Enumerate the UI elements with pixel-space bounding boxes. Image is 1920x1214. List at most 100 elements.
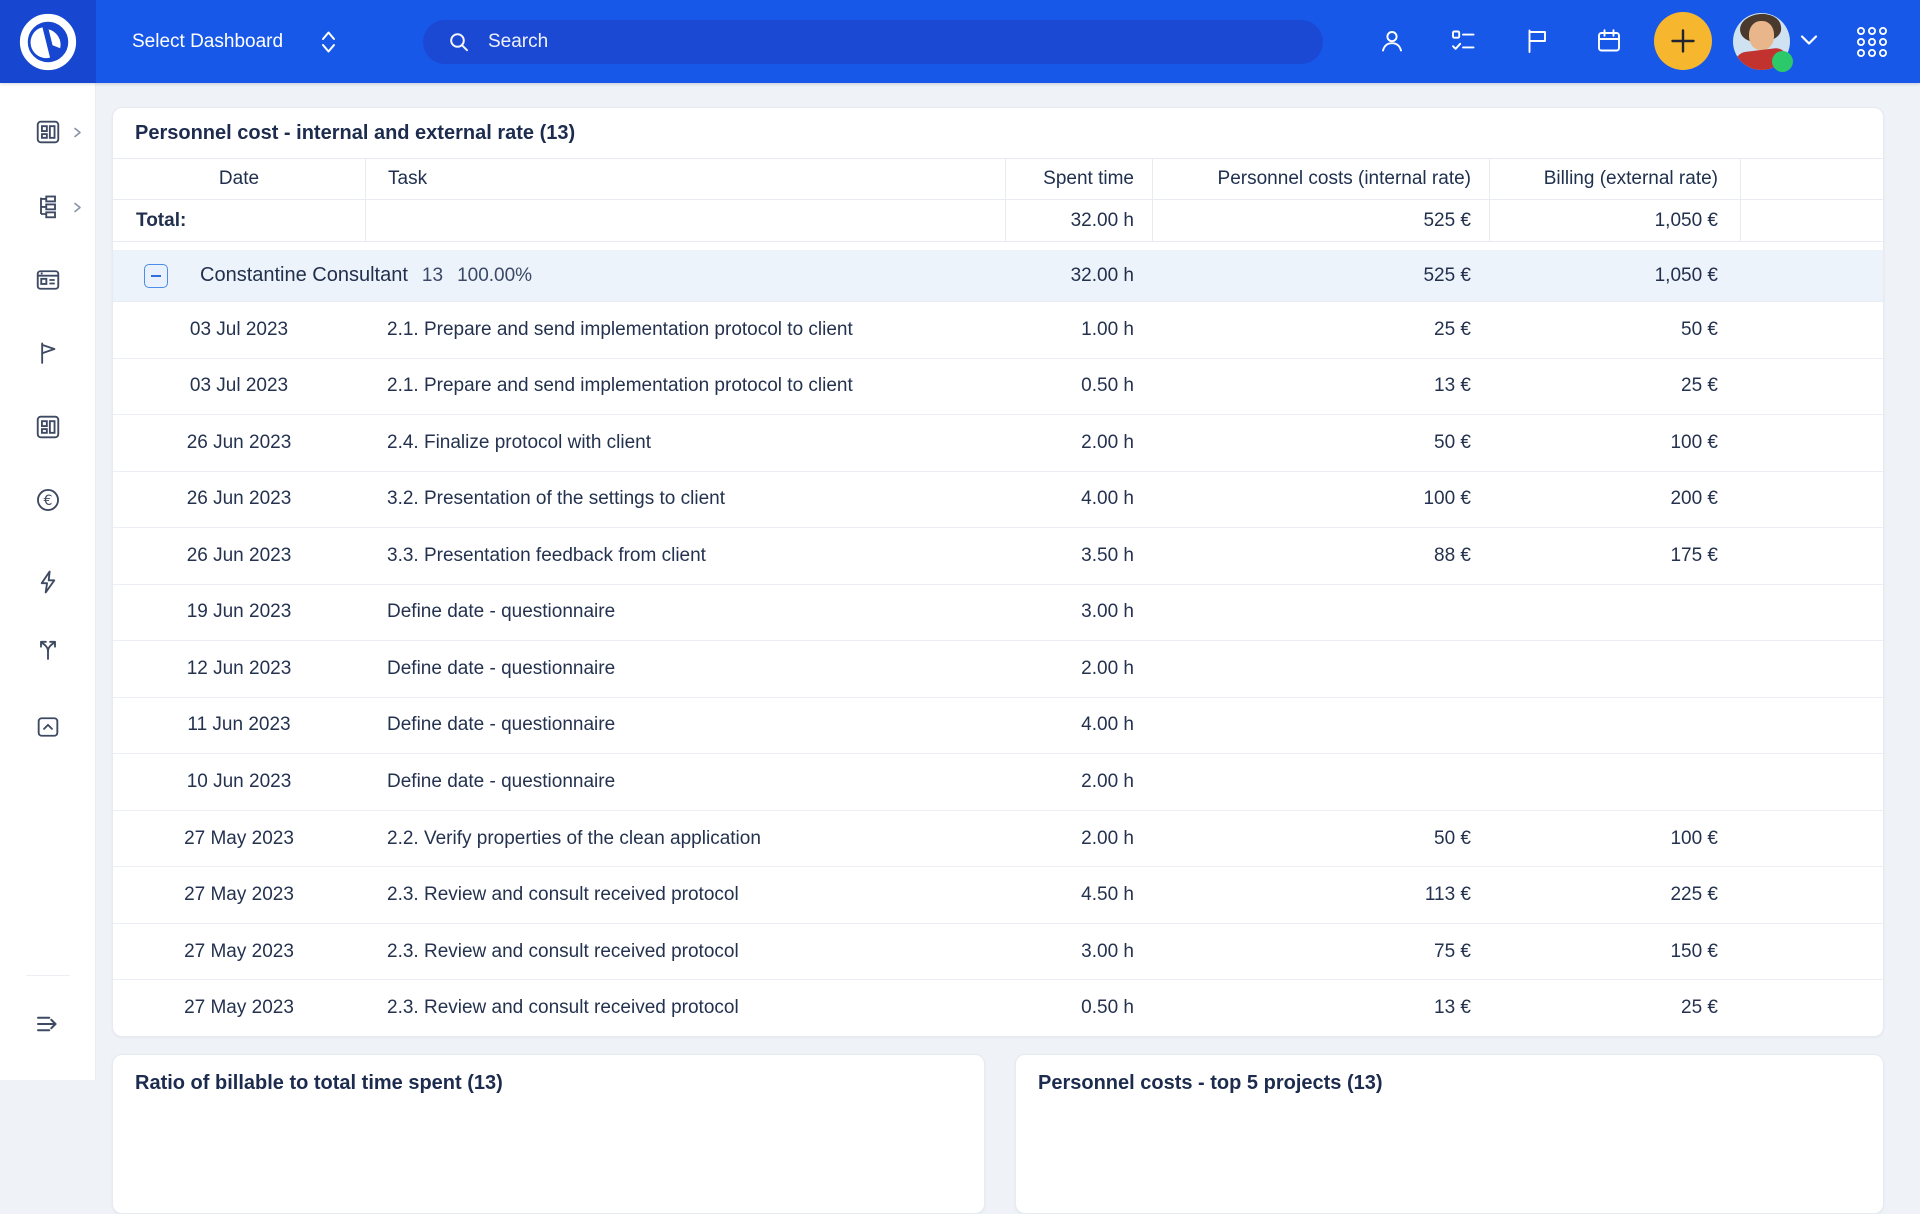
table-row: 19 Jun 2023 Define date - questionnaire … xyxy=(113,584,1883,641)
cell-billing xyxy=(1489,698,1740,754)
sidebar: € xyxy=(0,83,96,1080)
sidebar-item-milestones[interactable] xyxy=(0,339,96,367)
cell-date: 27 May 2023 xyxy=(113,867,365,923)
table-row: 27 May 2023 2.3. Review and consult rece… xyxy=(113,866,1883,923)
cell-spent-time: 4.50 h xyxy=(1005,867,1152,923)
search-icon xyxy=(447,30,471,54)
cell-date: 26 Jun 2023 xyxy=(113,472,365,528)
total-label: Total: xyxy=(113,200,365,241)
dashboard-switcher-icon xyxy=(321,28,336,56)
sidebar-item-quick-actions[interactable] xyxy=(0,568,96,596)
dashboards-icon xyxy=(34,118,62,146)
cell-billing: 100 € xyxy=(1489,415,1740,471)
sidebar-item-finance[interactable]: € xyxy=(0,486,96,514)
panel-card-icon xyxy=(34,266,62,294)
cell-spent-time: 4.00 h xyxy=(1005,472,1152,528)
chevron-down-icon[interactable] xyxy=(1799,33,1819,47)
group-user-name: Constantine Consultant xyxy=(200,264,408,287)
box-chevron-up-icon xyxy=(34,713,62,741)
cell-task: 3.3. Presentation feedback from client xyxy=(365,528,1005,584)
group-row: Constantine Consultant 13 100.00% 32.00 … xyxy=(113,250,1883,302)
ratio-billable-card: Ratio of billable to total time spent (1… xyxy=(112,1054,985,1214)
group-personnel-costs: 525 € xyxy=(1152,250,1489,301)
table-row: 11 Jun 2023 Define date - questionnaire … xyxy=(113,697,1883,754)
search-bar[interactable] xyxy=(423,20,1323,64)
table-row: 12 Jun 2023 Define date - questionnaire … xyxy=(113,640,1883,697)
table-row: 03 Jul 2023 2.1. Prepare and send implem… xyxy=(113,302,1883,358)
modules-icon xyxy=(34,413,62,441)
sidebar-item-collapse-box[interactable] xyxy=(0,713,96,741)
personnel-cost-card: Personnel cost - internal and external r… xyxy=(112,107,1884,1037)
table-row: 03 Jul 2023 2.1. Prepare and send implem… xyxy=(113,358,1883,415)
workflow-split-icon xyxy=(34,635,62,663)
group-spent-time: 32.00 h xyxy=(1005,250,1152,301)
dashboard-selector-label: Select Dashboard xyxy=(132,31,283,53)
cell-spent-time: 0.50 h xyxy=(1005,359,1152,415)
milestone-flag-icon xyxy=(34,339,62,367)
table-row: 26 Jun 2023 3.3. Presentation feedback f… xyxy=(113,527,1883,584)
card-title: Personnel costs - top 5 projects (13) xyxy=(1016,1055,1883,1095)
app-logo[interactable] xyxy=(0,0,96,83)
column-header-date: Date xyxy=(113,159,365,199)
group-billing: 1,050 € xyxy=(1489,250,1740,301)
cell-date: 27 May 2023 xyxy=(113,980,365,1036)
cell-spent-time: 2.00 h xyxy=(1005,641,1152,697)
total-billing: 1,050 € xyxy=(1489,200,1740,241)
sidebar-expand-chevron[interactable] xyxy=(72,202,83,213)
cell-task: 2.1. Prepare and send implementation pro… xyxy=(365,359,1005,415)
column-header-billing: Billing (external rate) xyxy=(1489,159,1740,199)
cell-personnel-costs: 50 € xyxy=(1152,811,1489,867)
column-header-spent-time: Spent time xyxy=(1005,159,1152,199)
table-row: 26 Jun 2023 2.4. Finalize protocol with … xyxy=(113,414,1883,471)
cell-personnel-costs xyxy=(1152,585,1489,641)
easy-project-logo-icon xyxy=(19,13,77,71)
cell-task: 2.1. Prepare and send implementation pro… xyxy=(365,302,1005,358)
total-spent-time: 32.00 h xyxy=(1005,200,1152,241)
cell-spent-time: 2.00 h xyxy=(1005,811,1152,867)
cell-spent-time: 0.50 h xyxy=(1005,980,1152,1036)
card-title: Personnel cost - internal and external r… xyxy=(113,108,1883,158)
collapse-group-button[interactable] xyxy=(144,264,168,288)
sidebar-item-panels[interactable] xyxy=(0,266,96,294)
cell-task: 2.3. Review and consult received protoco… xyxy=(365,980,1005,1036)
total-personnel-costs: 525 € xyxy=(1152,200,1489,241)
cell-personnel-costs: 75 € xyxy=(1152,924,1489,980)
sidebar-collapse-button[interactable] xyxy=(0,1009,96,1037)
cell-date: 19 Jun 2023 xyxy=(113,585,365,641)
user-icon[interactable] xyxy=(1378,27,1406,55)
personnel-top-projects-card: Personnel costs - top 5 projects (13) xyxy=(1015,1054,1884,1214)
cell-billing xyxy=(1489,585,1740,641)
column-header-empty xyxy=(1740,159,1883,199)
calendar-icon[interactable] xyxy=(1595,27,1623,55)
cell-date: 03 Jul 2023 xyxy=(113,359,365,415)
sidebar-item-workflow[interactable] xyxy=(0,635,96,663)
cell-billing: 25 € xyxy=(1489,980,1740,1036)
cell-spent-time: 3.00 h xyxy=(1005,585,1152,641)
cell-task: 3.2. Presentation of the settings to cli… xyxy=(365,472,1005,528)
project-tree-icon xyxy=(34,193,62,221)
cell-task: Define date - questionnaire xyxy=(365,698,1005,754)
flag-icon[interactable] xyxy=(1523,27,1551,55)
cell-date: 10 Jun 2023 xyxy=(113,754,365,810)
tasks-checklist-icon[interactable] xyxy=(1449,27,1477,55)
sidebar-expand-chevron[interactable] xyxy=(72,127,83,138)
cell-personnel-costs xyxy=(1152,641,1489,697)
cell-date: 11 Jun 2023 xyxy=(113,698,365,754)
cell-personnel-costs: 50 € xyxy=(1152,415,1489,471)
lightning-icon xyxy=(34,568,62,596)
cell-personnel-costs: 100 € xyxy=(1152,472,1489,528)
cell-billing: 200 € xyxy=(1489,472,1740,528)
add-plus-button[interactable] xyxy=(1654,12,1712,70)
cell-date: 27 May 2023 xyxy=(113,924,365,980)
online-status-dot xyxy=(1772,51,1793,72)
group-percent: 100.00% xyxy=(457,265,532,287)
search-input[interactable] xyxy=(486,30,1230,54)
sidebar-item-modules[interactable] xyxy=(0,413,96,441)
cell-task: Define date - questionnaire xyxy=(365,585,1005,641)
dashboard-selector[interactable]: Select Dashboard xyxy=(132,0,336,83)
table-row: 27 May 2023 2.3. Review and consult rece… xyxy=(113,979,1883,1036)
apps-grid-icon[interactable] xyxy=(1856,26,1888,58)
cell-billing xyxy=(1489,641,1740,697)
avatar[interactable] xyxy=(1733,13,1790,70)
table-rows: 03 Jul 2023 2.1. Prepare and send implem… xyxy=(113,302,1883,1036)
